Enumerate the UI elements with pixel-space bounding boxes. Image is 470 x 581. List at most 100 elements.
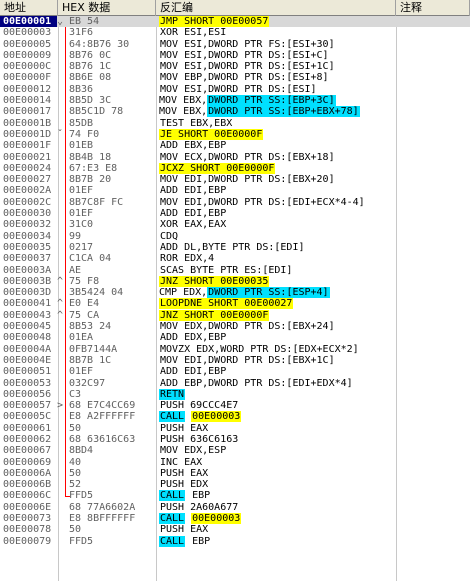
disasm-row[interactable]: 00E00079 FFD5 CALL EBP (0, 535, 470, 547)
row-instruction: MOV ESI,DWORD PTR DS:[ESI] (159, 84, 396, 95)
disasm-row[interactable]: 00E00017 8B5C1D 78 MOV EBX,DWORD PTR SS:[E… (0, 106, 470, 118)
disasm-row[interactable]: 00E0006B 52 PUSH EDX (0, 479, 470, 490)
disasm-row[interactable]: 00E00034 99 CDQ (0, 231, 470, 242)
row-address: 00E0000C (3, 61, 52, 73)
row-address: 00E00021 (3, 151, 52, 163)
disasm-row[interactable]: 00E00037 C1CA 04 ROR EDX,4 (0, 253, 470, 264)
disasm-row[interactable]: 00E00067 8BD4 MOV EDX,ESP (0, 445, 470, 456)
disasm-row[interactable]: 00E00057 >68 E7C4CC69 PUSH 69CCC4E7 (0, 400, 470, 411)
disasm-row[interactable]: 00E00009 8B76 0C MOV ESI,DWORD PTR DS:[ESI… (0, 50, 470, 61)
comment-column-header[interactable]: 注释 (396, 0, 470, 16)
instruction-text: JNZ SHORT 00E00035 (159, 275, 270, 287)
row-address: 00E00030 (3, 208, 52, 220)
row-address: 00E0006A (3, 467, 52, 479)
disasm-row[interactable]: 00E0002C 8B7C8F FC MOV EDI,DWORD PTR DS:[E… (0, 197, 470, 208)
disasm-row[interactable]: 00E00027 8B7B 20 MOV EDI,DWORD PTR DS:[EBX… (0, 174, 470, 185)
disasm-row[interactable]: 00E00005 64:8B76 30 MOV ESI,DWORD PTR FS:[… (0, 39, 470, 50)
row-address: 00E00041 (3, 298, 52, 310)
disasm-row[interactable]: 00E00021 8B4B 18 MOV ECX,DWORD PTR DS:[EBX… (0, 152, 470, 163)
row-hex-bytes: 01EB (69, 140, 94, 152)
disasm-row[interactable]: 00E0001F 01EB ADD EBX,EBP (0, 140, 470, 151)
disasm-row[interactable]: 00E0006C FFD5 CALL EBP (0, 490, 470, 502)
disasm-row[interactable]: 00E00012 8B36 MOV ESI,DWORD PTR DS:[ESI] (0, 84, 470, 95)
disasm-row[interactable]: 00E0003A AE SCAS BYTE PTR ES:[EDI] (0, 265, 470, 276)
disasm-row[interactable]: 00E0002A 01EF ADD EDI,EBP (0, 185, 470, 196)
row-address: 00E00027 (3, 174, 52, 186)
disasm-row[interactable]: 00E00030 01EF ADD EDI,EBP (0, 208, 470, 219)
disasm-row[interactable]: 00E0000F 8B6E 08 MOV EBP,DWORD PTR DS:[ESI… (0, 72, 470, 83)
instruction-text: ADD EDX,EBP (160, 332, 227, 344)
disasm-row[interactable]: 00E00048 01EA ADD EDX,EBP (0, 332, 470, 343)
instruction-text: PUSH 2A60A677 (160, 501, 239, 513)
disasm-row[interactable]: 00E00053 032C97 ADD EBP,DWORD PTR DS:[EDI+… (0, 378, 470, 389)
row-address: 00E00005 (3, 38, 52, 50)
row-hex-bytes: 74 F0 (69, 128, 100, 140)
row-address: 00E0006B (3, 479, 52, 491)
row-address: 00E00034 (3, 230, 52, 242)
disasm-row[interactable]: 00E0001B 85DB TEST EBX,EBX (0, 118, 470, 129)
disasm-row[interactable]: 00E00069 40 INC EAX (0, 457, 470, 468)
row-instruction: MOV EDX,ESP (159, 445, 396, 456)
row-hex-bytes: C3 (69, 388, 82, 400)
disasm-row[interactable]: 00E00041 ^ E0 E4 LOOPDNE SHORT 00E00027 (0, 298, 470, 310)
row-hex-bytes: 8B5D 3C (69, 95, 112, 107)
jump-marker (57, 490, 69, 501)
disassembly-listing[interactable]: 00E00001 ⌄ EB 54 JMP SHORT 00E00057 00E00003… (0, 16, 470, 547)
row-address: 00E0003A (3, 264, 52, 276)
disasm-column-header[interactable]: 反汇编 (156, 0, 396, 16)
row-hex-bytes: 31F6 (69, 27, 94, 39)
instruction-text: XOR EAX,EAX (160, 219, 227, 231)
disasm-row[interactable]: 00E0006A 50 PUSH EAX (0, 468, 470, 479)
disasm-row[interactable]: 00E00062 68 63616C63 PUSH 636C6163 (0, 434, 470, 445)
disasm-row[interactable]: 00E00014 8B5D 3C MOV EBX,DWORD PTR SS:[EBP… (0, 95, 470, 107)
disasm-row[interactable]: 00E00051 01EF ADD EDI,EBP (0, 366, 470, 377)
call-target: EBP (192, 490, 211, 502)
disasm-row[interactable]: 00E0001D ˇ 74 F0 JE SHORT 00E0000F (0, 128, 470, 140)
jump-marker (57, 265, 69, 276)
disasm-row[interactable]: 00E00078 50 PUSH EAX (0, 524, 470, 535)
row-hex-bytes: 99 (69, 230, 82, 242)
instruction-text: MOV EDI,DWORD PTR DS:[EDI+ECX*4-4] (160, 196, 365, 208)
disasm-row[interactable]: 00E0005C E8 A2FFFFFF CALL 00E00003 (0, 411, 470, 423)
disasm-row[interactable]: 00E0003B ^ 75 F8 JNZ SHORT 00E00035 (0, 275, 470, 287)
disasm-row[interactable]: 00E0004A 0FB7144A MOVZX EDX,WORD PTR DS:[E… (0, 344, 470, 355)
disasm-row[interactable]: 00E00073 E8 8BFFFFFF CALL 00E00003 (0, 513, 470, 525)
row-hex-bytes: 50 (69, 467, 82, 479)
disasm-row[interactable]: 00E0003D 3B5424 04 CMP EDX,DWORD PTR SS:[E… (0, 287, 470, 299)
disasm-row[interactable]: 00E00024 67:E3 E8 JCXZ SHORT 00E0000F (0, 162, 470, 174)
call-mnemonic-highlight: CALL (159, 411, 186, 423)
disasm-row[interactable]: 00E00061 50 PUSH EAX (0, 423, 470, 434)
disasm-row[interactable]: 00E0006E 68 77A6602A PUSH 2A60A677 (0, 502, 470, 513)
disasm-row[interactable]: 00E00056 C3 RETN (0, 388, 470, 400)
row-address: 00E00073 (3, 513, 52, 525)
hex-column-header[interactable]: HEX 数据 (58, 0, 156, 16)
jump-marker (57, 27, 69, 38)
disasm-row[interactable]: 00E00043 ^ 75 CA JNZ SHORT 00E0000F (0, 309, 470, 321)
disasm-row[interactable]: 00E00001 ⌄ EB 54 JMP SHORT 00E00057 (0, 16, 470, 28)
jump-marker (57, 208, 69, 219)
instruction-text: RETN (159, 388, 186, 400)
instruction-text: MOV ECX,DWORD PTR DS:[EBX+18] (160, 151, 335, 163)
row-hex-bytes: 8B7B 20 (69, 174, 112, 186)
memory-operand-highlight: DWORD PTR SS:[EBP+3C] (207, 95, 336, 107)
jump-marker: ⌄ (57, 16, 64, 27)
address-column-header[interactable]: 地址 (0, 0, 58, 16)
row-instruction: XOR EAX,EAX (159, 219, 396, 230)
jump-marker (57, 219, 69, 230)
row-hex-bytes: AE (69, 264, 82, 276)
disasm-row[interactable]: 00E00035 0217 ADD DL,BYTE PTR DS:[EDI] (0, 242, 470, 253)
disasm-row[interactable]: 00E00045 8B53 24 MOV EDX,DWORD PTR DS:[EBX… (0, 321, 470, 332)
disasm-row[interactable]: 00E0000C 8B76 1C MOV ESI,DWORD PTR DS:[ESI… (0, 61, 470, 72)
row-instruction: ADD EDI,EBP (159, 208, 396, 219)
row-hex-bytes: 52 (69, 479, 82, 491)
jump-marker (57, 355, 69, 366)
instruction-text: ADD EBX,EBP (160, 140, 227, 152)
row-instruction: INC EAX (159, 457, 396, 468)
disasm-row[interactable]: 00E0004E 8B7B 1C MOV EDI,DWORD PTR DS:[EBX… (0, 355, 470, 366)
instruction-text: CMP EDX, (159, 287, 208, 299)
disasm-row[interactable]: 00E00032 31C0 XOR EAX,EAX (0, 219, 470, 230)
instruction-text: PUSH EAX (160, 467, 209, 479)
disasm-row[interactable]: 00E00003 31F6 XOR ESI,ESI (0, 27, 470, 38)
row-address: 00E00053 (3, 377, 52, 389)
row-instruction: LOOPDNE SHORT 00E00027 (159, 298, 396, 310)
